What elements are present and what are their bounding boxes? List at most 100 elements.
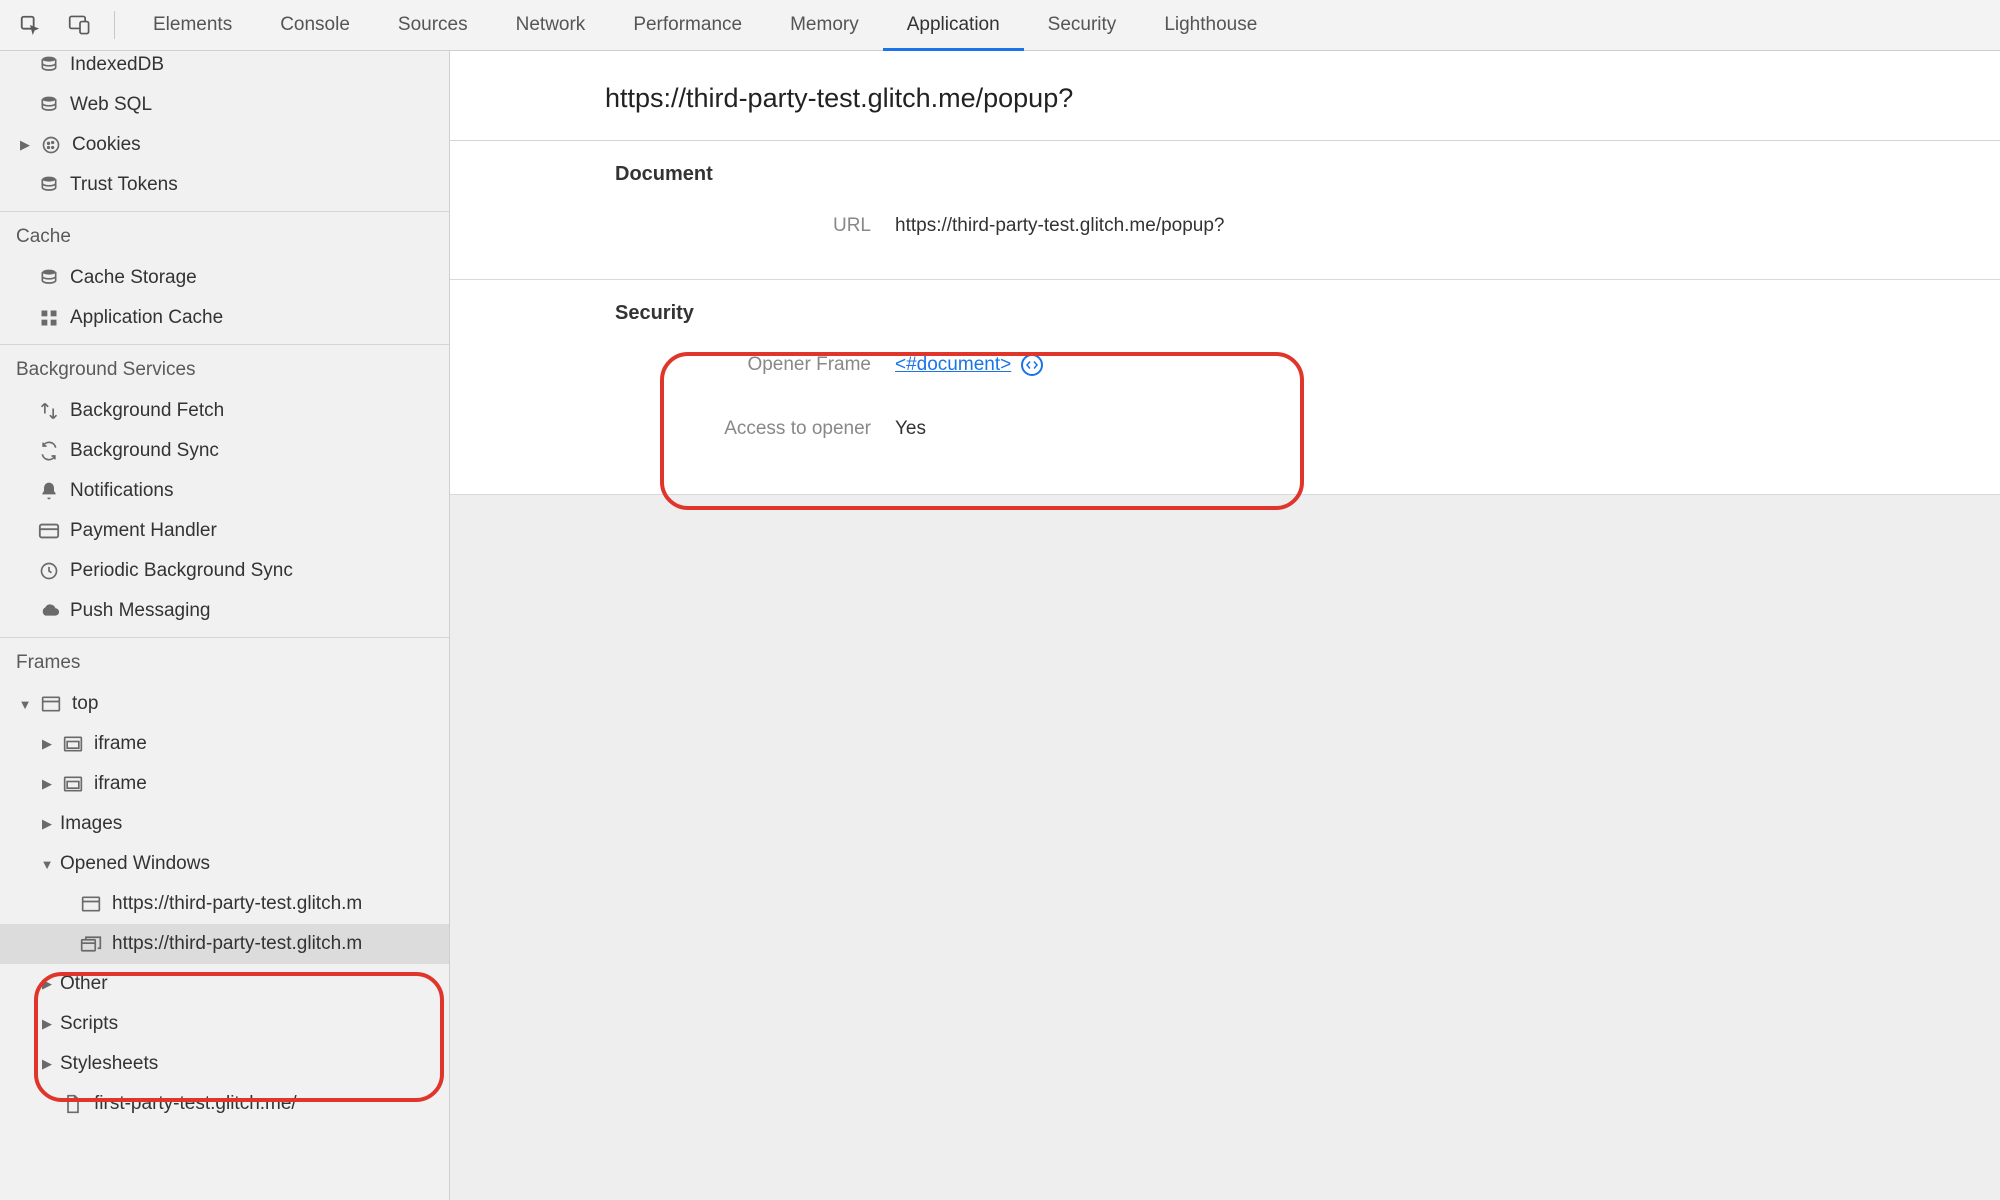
tab-console[interactable]: Console <box>256 0 374 50</box>
sidebar-item-label: IndexedDB <box>70 54 164 76</box>
tab-sources[interactable]: Sources <box>374 0 492 50</box>
frame-label: first-party-test.glitch.me/ <box>94 1093 297 1115</box>
sidebar-item-label: Notifications <box>70 480 174 502</box>
transfer-icon <box>36 401 62 421</box>
sync-icon <box>36 441 62 461</box>
frame-scripts[interactable]: ▶ Scripts <box>0 1004 449 1044</box>
frame-opened-windows[interactable]: ▼ Opened Windows <box>0 844 449 884</box>
window-icon <box>38 695 64 713</box>
reveal-in-elements-icon[interactable] <box>1021 354 1043 376</box>
cookie-icon <box>38 135 64 155</box>
inspect-element-icon[interactable] <box>10 5 50 45</box>
device-toggle-icon[interactable] <box>60 5 100 45</box>
section-document: Document URL https://third-party-test.gl… <box>450 141 2000 280</box>
expander-icon[interactable]: ▶ <box>38 736 56 752</box>
frame-label: Scripts <box>60 1013 118 1035</box>
sidebar-item-label: Trust Tokens <box>70 174 178 196</box>
tab-lighthouse[interactable]: Lighthouse <box>1140 0 1281 50</box>
sidebar-item-label: Application Cache <box>70 307 223 329</box>
tab-network[interactable]: Network <box>492 0 610 50</box>
sidebar-item-notifications[interactable]: Notifications <box>0 471 449 511</box>
application-sidebar: IndexedDB Web SQL ▶ Cookies Trust Tokens… <box>0 51 450 1200</box>
row-label: Opener Frame <box>615 354 895 376</box>
expander-icon[interactable]: ▶ <box>38 1056 56 1072</box>
file-icon <box>60 1094 86 1114</box>
window-icon <box>78 895 104 913</box>
opened-window-1[interactable]: https://third-party-test.glitch.m <box>0 884 449 924</box>
expander-icon[interactable]: ▶ <box>38 976 56 992</box>
expander-icon[interactable]: ▶ <box>38 1016 56 1032</box>
tab-application[interactable]: Application <box>883 0 1024 50</box>
cloud-icon <box>36 601 62 621</box>
sidebar-item-websql[interactable]: Web SQL <box>0 85 449 125</box>
sidebar-item-payment-handler[interactable]: Payment Handler <box>0 511 449 551</box>
sidebar-item-label: Cache Storage <box>70 267 197 289</box>
grid-icon <box>36 308 62 328</box>
database-icon <box>36 268 62 288</box>
frame-iframe-1[interactable]: ▶ iframe <box>0 724 449 764</box>
row-url: URL https://third-party-test.glitch.me/p… <box>615 203 1960 249</box>
section-heading: Security <box>615 302 694 325</box>
tab-elements[interactable]: Elements <box>129 0 256 50</box>
sidebar-item-cache-storage[interactable]: Cache Storage <box>0 258 449 298</box>
sidebar-item-bg-sync[interactable]: Background Sync <box>0 431 449 471</box>
sidebar-item-periodic-sync[interactable]: Periodic Background Sync <box>0 551 449 591</box>
devtools-toolbar: Elements Console Sources Network Perform… <box>0 0 2000 51</box>
sidebar-item-label: Background Sync <box>70 440 219 462</box>
sidebar-item-trust-tokens[interactable]: Trust Tokens <box>0 165 449 205</box>
row-value: Yes <box>895 418 926 440</box>
opener-frame-link[interactable]: <#document> <box>895 354 1043 376</box>
sidebar-item-indexeddb[interactable]: IndexedDB <box>0 51 449 85</box>
database-icon <box>36 55 62 75</box>
sidebar-item-label: Periodic Background Sync <box>70 560 293 582</box>
row-label: Access to opener <box>615 418 895 440</box>
database-icon <box>36 175 62 195</box>
frame-label: iframe <box>94 773 147 795</box>
opened-window-2[interactable]: https://third-party-test.glitch.m <box>0 924 449 964</box>
frame-label: Opened Windows <box>60 853 210 875</box>
sidebar-item-label: Payment Handler <box>70 520 217 542</box>
tab-memory[interactable]: Memory <box>766 0 883 50</box>
sidebar-item-label: Web SQL <box>70 94 152 116</box>
opener-frame-link-text: <#document> <box>895 354 1011 376</box>
clock-icon <box>36 561 62 581</box>
frame-other[interactable]: ▶ Other <box>0 964 449 1004</box>
frame-images[interactable]: ▶ Images <box>0 804 449 844</box>
row-label: URL <box>615 215 895 237</box>
frame-first-party[interactable]: first-party-test.glitch.me/ <box>0 1084 449 1124</box>
database-icon <box>36 95 62 115</box>
bell-icon <box>36 481 62 501</box>
sidebar-item-label: Cookies <box>72 134 141 156</box>
sidebar-item-label: Push Messaging <box>70 600 210 622</box>
sidebar-item-cookies[interactable]: ▶ Cookies <box>0 125 449 165</box>
section-heading: Document <box>615 163 713 186</box>
tab-security[interactable]: Security <box>1024 0 1141 50</box>
frame-iframe-2[interactable]: ▶ iframe <box>0 764 449 804</box>
iframe-icon <box>60 775 86 793</box>
frame-top[interactable]: ▼ top <box>0 684 449 724</box>
frame-stylesheets[interactable]: ▶ Stylesheets <box>0 1044 449 1084</box>
frame-label: https://third-party-test.glitch.m <box>112 893 362 915</box>
page-title: https://third-party-test.glitch.me/popup… <box>450 51 2000 141</box>
sidebar-group-frames: Frames <box>0 638 449 684</box>
frame-label: iframe <box>94 733 147 755</box>
expander-icon[interactable]: ▶ <box>38 816 56 832</box>
windows-stack-icon <box>78 934 104 954</box>
row-access-to-opener: Access to opener Yes <box>615 406 1960 452</box>
sidebar-item-app-cache[interactable]: Application Cache <box>0 298 449 338</box>
tab-performance[interactable]: Performance <box>609 0 766 50</box>
expander-icon[interactable]: ▼ <box>38 857 56 872</box>
toolbar-divider <box>114 11 115 39</box>
sidebar-item-bg-fetch[interactable]: Background Fetch <box>0 391 449 431</box>
expander-icon[interactable]: ▶ <box>38 776 56 792</box>
expander-icon[interactable]: ▶ <box>16 137 34 153</box>
sidebar-group-bg: Background Services <box>0 345 449 391</box>
sidebar-item-push-messaging[interactable]: Push Messaging <box>0 591 449 631</box>
expander-icon[interactable]: ▼ <box>16 697 34 712</box>
row-opener-frame: Opener Frame <#document> <box>615 342 1960 388</box>
iframe-icon <box>60 735 86 753</box>
row-value: <#document> <box>895 354 1043 376</box>
section-security: Security Opener Frame <#document> Acc <box>450 280 2000 495</box>
devtools-tabs: Elements Console Sources Network Perform… <box>129 0 1281 50</box>
frame-label: top <box>72 693 98 715</box>
